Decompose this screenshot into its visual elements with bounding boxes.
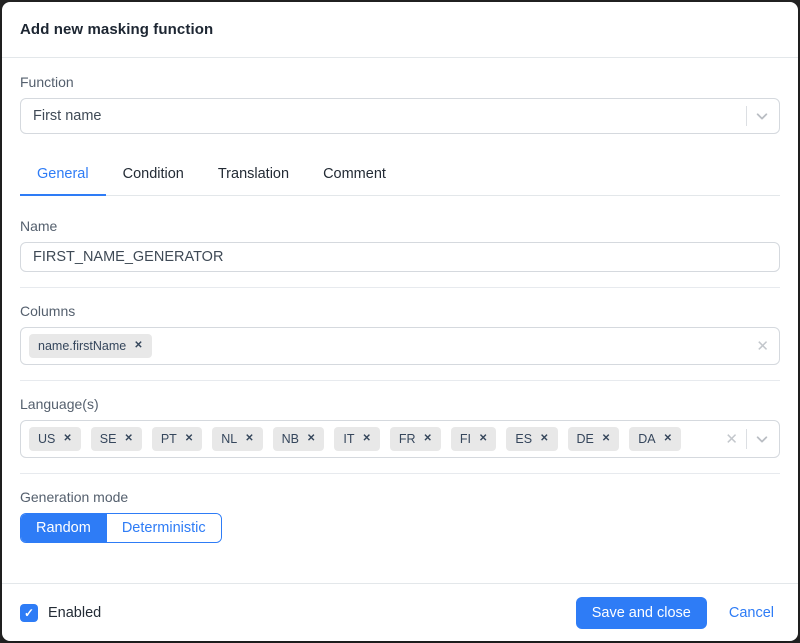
language-tags: US ✕ SE ✕ PT ✕ NL ✕ NB ✕: [27, 425, 725, 453]
add-masking-function-dialog: Add new masking function Function First …: [2, 2, 798, 641]
section-divider: [20, 473, 780, 474]
mode-button-random[interactable]: Random: [21, 514, 106, 542]
dialog-body: Function First name General Condition Tr…: [2, 58, 798, 583]
clear-icon[interactable]: ✕: [756, 339, 769, 354]
function-select[interactable]: First name: [20, 98, 780, 134]
chevron-down-icon[interactable]: [755, 432, 769, 446]
clear-icon[interactable]: ✕: [725, 432, 738, 447]
tag-label: name.firstName: [38, 339, 126, 353]
language-tag-nl: NL ✕: [212, 427, 262, 451]
tag-label: ES: [515, 432, 532, 446]
languages-multiselect[interactable]: US ✕ SE ✕ PT ✕ NL ✕ NB ✕: [20, 420, 780, 458]
cancel-link[interactable]: Cancel: [729, 605, 774, 621]
remove-tag-icon[interactable]: ✕: [185, 434, 193, 444]
save-and-close-button[interactable]: Save and close: [576, 597, 707, 629]
remove-tag-icon[interactable]: ✕: [63, 434, 71, 444]
tag-label: NL: [221, 432, 237, 446]
remove-tag-icon[interactable]: ✕: [134, 341, 142, 351]
remove-tag-icon[interactable]: ✕: [245, 434, 253, 444]
section-divider: [20, 287, 780, 288]
remove-tag-icon[interactable]: ✕: [479, 434, 487, 444]
columns-label: Columns: [20, 303, 780, 319]
tab-comment[interactable]: Comment: [306, 156, 403, 196]
remove-tag-icon[interactable]: ✕: [664, 434, 672, 444]
function-select-controls: [746, 106, 769, 126]
chevron-down-icon[interactable]: [755, 109, 769, 123]
tab-condition[interactable]: Condition: [106, 156, 201, 196]
tab-translation[interactable]: Translation: [201, 156, 306, 196]
language-tag-se: SE ✕: [91, 427, 142, 451]
tab-general[interactable]: General: [20, 156, 106, 196]
column-tag-name-firstname: name.firstName ✕: [29, 334, 152, 358]
language-tag-pt: PT ✕: [152, 427, 202, 451]
tag-label: IT: [343, 432, 354, 446]
tab-label: Comment: [323, 166, 386, 182]
tag-label: DE: [577, 432, 594, 446]
language-tag-us: US ✕: [29, 427, 81, 451]
checkmark-icon: ✓: [24, 607, 34, 619]
name-label: Name: [20, 218, 780, 234]
function-label: Function: [20, 74, 780, 90]
language-tag-fr: FR ✕: [390, 427, 441, 451]
tag-label: DA: [638, 432, 655, 446]
languages-label: Language(s): [20, 396, 780, 412]
remove-tag-icon[interactable]: ✕: [602, 434, 610, 444]
select-separator: [746, 106, 747, 126]
enabled-control: ✓ Enabled: [20, 604, 101, 622]
columns-multiselect[interactable]: name.firstName ✕ ✕: [20, 327, 780, 365]
dialog-footer: ✓ Enabled Save and close Cancel: [2, 583, 798, 641]
name-input[interactable]: [20, 242, 780, 272]
tag-label: FI: [460, 432, 471, 446]
tag-label: PT: [161, 432, 177, 446]
remove-tag-icon[interactable]: ✕: [124, 434, 132, 444]
tag-label: FR: [399, 432, 416, 446]
remove-tag-icon[interactable]: ✕: [424, 434, 432, 444]
dialog-title: Add new masking function: [20, 21, 213, 38]
columns-select-controls: ✕: [756, 339, 769, 354]
select-separator: [746, 429, 747, 449]
tag-label: SE: [100, 432, 117, 446]
language-tag-fi: FI ✕: [451, 427, 497, 451]
language-tag-nb: NB ✕: [273, 427, 325, 451]
tab-bar: General Condition Translation Comment: [20, 156, 780, 196]
mode-button-label: Random: [36, 520, 91, 536]
function-select-value: First name: [33, 108, 746, 124]
tab-label: Translation: [218, 166, 289, 182]
footer-actions: Save and close Cancel: [576, 597, 774, 629]
enabled-checkbox[interactable]: ✓: [20, 604, 38, 622]
dialog-header: Add new masking function: [2, 2, 798, 58]
remove-tag-icon[interactable]: ✕: [307, 434, 315, 444]
section-divider: [20, 380, 780, 381]
generation-mode-label: Generation mode: [20, 489, 780, 505]
language-tag-da: DA ✕: [629, 427, 681, 451]
remove-tag-icon[interactable]: ✕: [540, 434, 548, 444]
mode-button-label: Deterministic: [122, 520, 206, 536]
generation-mode-group: Random Deterministic: [20, 513, 222, 543]
columns-tags: name.firstName ✕: [27, 332, 756, 360]
tab-label: Condition: [123, 166, 184, 182]
mode-button-deterministic[interactable]: Deterministic: [106, 514, 221, 542]
languages-select-controls: ✕: [725, 429, 769, 449]
remove-tag-icon[interactable]: ✕: [362, 434, 370, 444]
tab-label: General: [37, 166, 89, 182]
tag-label: NB: [282, 432, 299, 446]
enabled-label: Enabled: [48, 605, 101, 621]
language-tag-es: ES ✕: [506, 427, 557, 451]
tag-label: US: [38, 432, 55, 446]
language-tag-it: IT ✕: [334, 427, 380, 451]
language-tag-de: DE ✕: [568, 427, 620, 451]
